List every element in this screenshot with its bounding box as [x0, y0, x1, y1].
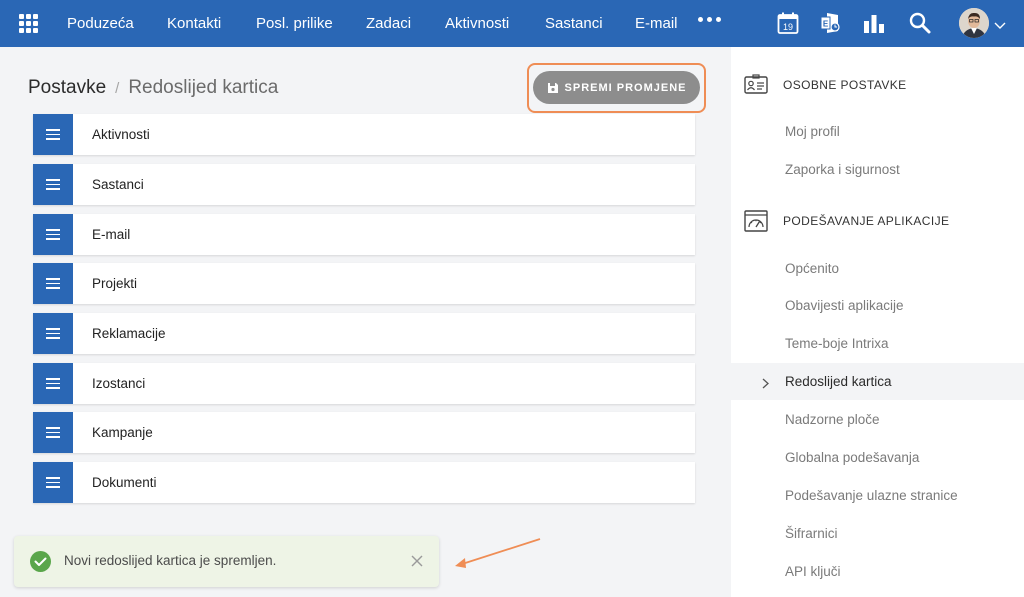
sidebar-item-moj-profil[interactable]: Moj profil [731, 113, 1024, 150]
sidebar-section-title: PODEŠAVANJE APLIKACIJE [783, 214, 950, 228]
sidebar-item-label: Općenito [785, 261, 840, 276]
nav-item-sastanci[interactable]: Sastanci [545, 15, 603, 32]
reports-icon[interactable] [862, 11, 886, 35]
sidebar-item-nadzorne-ploce[interactable]: Nadzorne ploče [731, 401, 1024, 438]
success-toast: Novi redoslijed kartica je spremljen. [14, 536, 439, 587]
more-icon[interactable] [698, 17, 721, 22]
annotation-arrow-icon [455, 538, 541, 568]
sidebar-item-label: Moj profil [785, 124, 840, 139]
nav-item-email[interactable]: E-mail [635, 15, 678, 32]
chevron-down-icon[interactable] [994, 17, 1006, 35]
list-item[interactable]: Dokumenti [33, 462, 695, 503]
list-item-label: Sastanci [92, 177, 144, 192]
list-item-label: Projekti [92, 276, 138, 291]
sidebar-item-label: Redoslijed kartica [785, 374, 892, 389]
settings-sidebar: OSOBNE POSTAVKE Moj profil Zaporka i sig… [731, 47, 1024, 597]
sidebar-item-label: Zaporka i sigurnost [785, 162, 900, 177]
sidebar-item-label: Globalna podešavanja [785, 450, 920, 465]
apps-grid-icon[interactable] [19, 14, 38, 33]
nav-item-poslovne-prilike[interactable]: Posl. prilike [256, 15, 333, 32]
list-item-label: Reklamacije [92, 326, 166, 341]
sidebar-item-globalna-podesavanja[interactable]: Globalna podešavanja [731, 439, 1024, 476]
sidebar-item-obavijesti[interactable]: Obavijesti aplikacije [731, 287, 1024, 324]
drag-handle-icon[interactable] [33, 462, 73, 503]
drag-handle-icon[interactable] [33, 363, 73, 404]
speedometer-window-icon [744, 209, 768, 233]
sidebar-item-label: Šifrarnici [785, 526, 838, 541]
list-item-label: Dokumenti [92, 475, 157, 490]
save-changes-label: SPREMI PROMJENE [564, 81, 687, 94]
sidebar-item-label: Teme-boje Intrixa [785, 336, 889, 351]
sidebar-item-teme-boje[interactable]: Teme-boje Intrixa [731, 325, 1024, 362]
page-title: Redoslijed kartica [128, 77, 279, 98]
sidebar-item-zaporka[interactable]: Zaporka i sigurnost [731, 151, 1024, 188]
sidebar-section-personal: OSOBNE POSTAVKE [731, 67, 1024, 103]
save-changes-button[interactable]: SPREMI PROMJENE [533, 71, 700, 104]
toast-message: Novi redoslijed kartica je spremljen. [64, 553, 277, 568]
list-item[interactable]: E-mail [33, 214, 695, 255]
sidebar-item-label: Podešavanje ulazne stranice [785, 488, 958, 503]
check-circle-icon [30, 551, 51, 572]
nav-item-aktivnosti[interactable]: Aktivnosti [445, 15, 509, 32]
drag-handle-icon[interactable] [33, 263, 73, 304]
floppy-disk-icon [547, 82, 558, 93]
close-icon[interactable] [410, 554, 424, 568]
breadcrumb: Postavke / Redoslijed kartica [28, 77, 278, 99]
avatar[interactable] [959, 8, 989, 38]
sidebar-item-ulazna-stranica[interactable]: Podešavanje ulazne stranice [731, 477, 1024, 514]
list-item-label: Izostanci [92, 376, 146, 391]
drag-handle-icon[interactable] [33, 114, 73, 155]
calendar-day: 19 [783, 22, 793, 32]
search-icon[interactable] [908, 11, 932, 35]
drag-handle-icon[interactable] [33, 164, 73, 205]
list-item-label: Aktivnosti [92, 127, 150, 142]
drag-handle-icon[interactable] [33, 313, 73, 354]
id-card-icon [744, 73, 768, 97]
list-item[interactable]: Projekti [33, 263, 695, 304]
nav-item-kontakti[interactable]: Kontakti [167, 15, 221, 32]
top-navigation-bar: Poduzeća Kontakti Posl. prilike Zadaci A… [0, 0, 1024, 47]
calendar-icon[interactable]: 19 [776, 11, 800, 35]
list-item-label: Kampanje [92, 425, 153, 440]
breadcrumb-root[interactable]: Postavke [28, 77, 106, 98]
sidebar-item-sifrarnici[interactable]: Šifrarnici [731, 515, 1024, 552]
list-item[interactable]: Aktivnosti [33, 114, 695, 155]
list-item[interactable]: Reklamacije [33, 313, 695, 354]
nav-item-zadaci[interactable]: Zadaci [366, 15, 411, 32]
sidebar-item-opcenito[interactable]: Općenito [731, 250, 1024, 287]
exchange-icon[interactable]: E [818, 11, 842, 35]
drag-handle-icon[interactable] [33, 412, 73, 453]
sidebar-section-title: OSOBNE POSTAVKE [783, 78, 907, 92]
sidebar-item-label: API ključi [785, 564, 841, 579]
breadcrumb-separator: / [115, 80, 120, 97]
list-item[interactable]: Izostanci [33, 363, 695, 404]
chevron-right-icon [762, 376, 769, 394]
list-item[interactable]: Kampanje [33, 412, 695, 453]
list-item-label: E-mail [92, 227, 131, 242]
sidebar-item-redoslijed-kartica[interactable]: Redoslijed kartica [731, 363, 1024, 400]
sidebar-item-label: Nadzorne ploče [785, 412, 880, 427]
svg-text:E: E [823, 20, 829, 29]
drag-handle-icon[interactable] [33, 214, 73, 255]
nav-item-poduzeca[interactable]: Poduzeća [67, 15, 134, 32]
sidebar-item-label: Obavijesti aplikacije [785, 298, 904, 313]
sidebar-item-api-kljuci[interactable]: API ključi [731, 553, 1024, 590]
list-item[interactable]: Sastanci [33, 164, 695, 205]
sidebar-section-app: PODEŠAVANJE APLIKACIJE [731, 203, 1024, 239]
